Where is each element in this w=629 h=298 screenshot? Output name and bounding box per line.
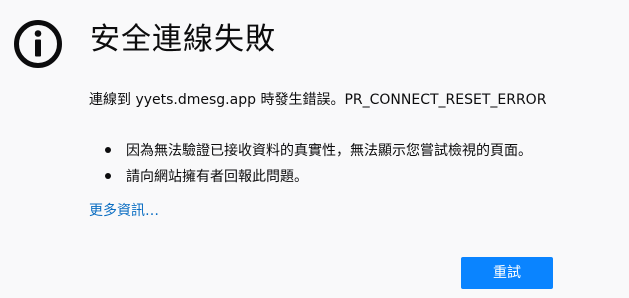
info-icon — [14, 20, 62, 68]
error-description: 連線到 yyets.dmesg.app 時發生錯誤。PR_CONNECT_RES… — [89, 92, 547, 108]
list-item: 請向網站擁有者回報此問題。 — [89, 164, 532, 190]
retry-button[interactable]: 重試 — [461, 257, 553, 289]
reason-text: 因為無法驗證已接收資料的真實性，無法顯示您嘗試檢視的頁面。 — [126, 143, 532, 159]
error-reasons-list: 因為無法驗證已接收資料的真實性，無法顯示您嘗試檢視的頁面。 請向網站擁有者回報此… — [89, 138, 532, 190]
reason-text: 請向網站擁有者回報此問題。 — [126, 169, 308, 185]
learn-more-link[interactable]: 更多資訊… — [89, 201, 159, 221]
bullet-icon — [105, 147, 111, 153]
bullet-icon — [105, 173, 111, 179]
error-page: 安全連線失敗 連線到 yyets.dmesg.app 時發生錯誤。PR_CONN… — [0, 0, 629, 298]
page-title: 安全連線失敗 — [90, 22, 276, 57]
list-item: 因為無法驗證已接收資料的真實性，無法顯示您嘗試檢視的頁面。 — [89, 138, 532, 164]
